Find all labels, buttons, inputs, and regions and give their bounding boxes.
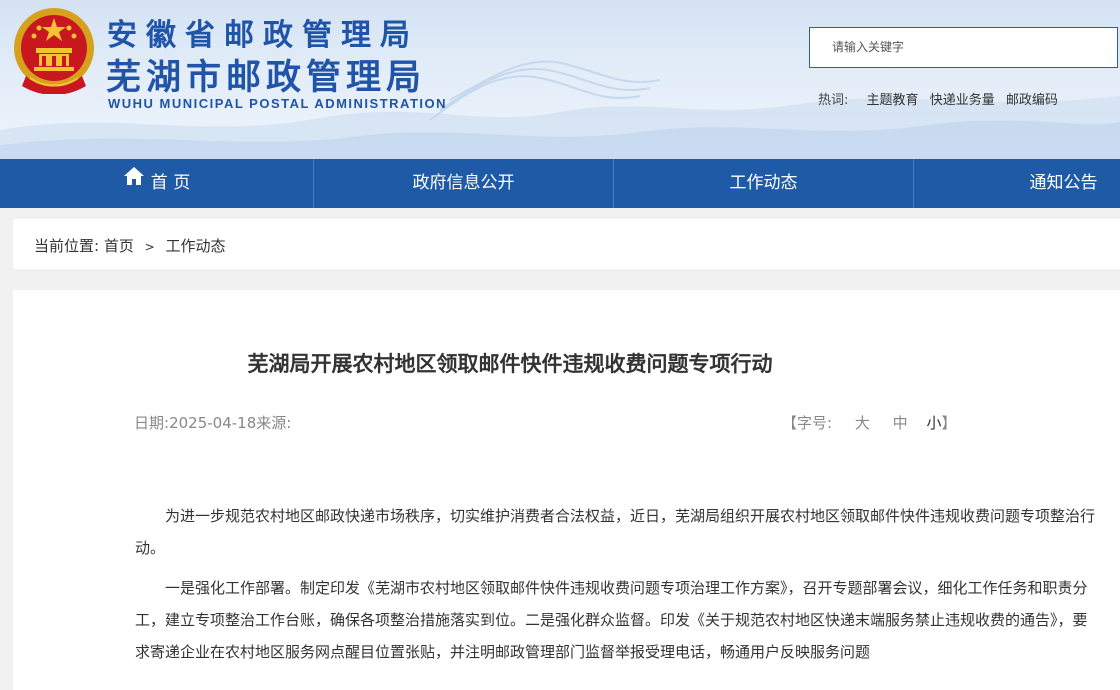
site-title-city: 芜湖市邮政管理局 bbox=[106, 58, 427, 98]
breadcrumb-current-link[interactable]: 工作动态 bbox=[165, 237, 225, 255]
breadcrumb-bar: 当前位置: 首页 > 工作动态 bbox=[13, 219, 1120, 269]
article-date: 2025-04-18 bbox=[169, 414, 257, 432]
main-nav: 首 页 政府信息公开 工作动态 通知公告 bbox=[0, 159, 1120, 208]
nav-item-home[interactable]: 首 页 bbox=[0, 159, 313, 208]
nav-item-work-news[interactable]: 工作动态 bbox=[614, 159, 913, 208]
nav-item-notices[interactable]: 通知公告 bbox=[914, 159, 1120, 208]
search-input[interactable] bbox=[830, 39, 1104, 55]
article-meta: 日期:2025-04-18来源: bbox=[134, 412, 291, 433]
breadcrumb: 当前位置: 首页 > 工作动态 bbox=[34, 235, 226, 256]
site-header: 安徽省邮政管理局 芜湖市邮政管理局 WUHU MUNICIPAL POSTAL … bbox=[0, 0, 1120, 159]
hotword-link[interactable]: 邮政编码 bbox=[1006, 93, 1058, 108]
font-size-close: 】 bbox=[941, 414, 957, 432]
nav-item-gov-info[interactable]: 政府信息公开 bbox=[314, 159, 613, 208]
breadcrumb-home-link[interactable]: 首页 bbox=[104, 237, 134, 255]
article-paragraph-text: 为进一步规范农村地区邮政快递市场秩序，切实维护消费者合法权益，近日，芜湖局组织开… bbox=[135, 507, 1096, 557]
breadcrumb-prefix: 当前位置: bbox=[34, 237, 100, 255]
hotword-link[interactable]: 主题教育 bbox=[867, 93, 919, 108]
nav-home-label: 首 页 bbox=[150, 173, 191, 193]
site-title-province: 安徽省邮政管理局 bbox=[107, 18, 419, 53]
article: 芜湖局开展农村地区领取邮件快件违规收费问题专项行动 日期:2025-04-18来… bbox=[13, 290, 1120, 690]
hotwords-label: 热词: bbox=[818, 93, 849, 108]
national-emblem-icon bbox=[12, 6, 96, 95]
home-icon bbox=[123, 157, 145, 206]
font-size-large-button[interactable]: 大 bbox=[855, 414, 870, 432]
search-box[interactable] bbox=[809, 27, 1118, 68]
hotword-link[interactable]: 快递业务量 bbox=[930, 93, 995, 108]
font-size-open: 【字号: bbox=[782, 414, 833, 432]
date-label: 日期: bbox=[134, 414, 170, 432]
article-title: 芜湖局开展农村地区领取邮件快件违规收费问题专项行动 bbox=[247, 352, 773, 376]
hotwords: 热词: 主题教育 快递业务量 邮政编码 bbox=[818, 89, 1065, 108]
source-label: 来源: bbox=[256, 414, 292, 432]
font-size-small-button[interactable]: 小 bbox=[926, 414, 941, 432]
article-paragraph: 一是强化工作部署。制定印发《芜湖市农村地区领取邮件快件违规收费问题专项治理工作方… bbox=[135, 572, 1095, 668]
font-size-switcher: 【字号: 大 中 小】 bbox=[782, 412, 956, 433]
article-paragraph: 为进一步规范农村地区邮政快递市场秩序，切实维护消费者合法权益，近日，芜湖局组织开… bbox=[135, 500, 1095, 564]
breadcrumb-separator: > bbox=[144, 240, 155, 254]
site-title-english: WUHU MUNICIPAL POSTAL ADMINISTRATION bbox=[108, 96, 448, 111]
article-paragraph-text: 一是强化工作部署。制定印发《芜湖市农村地区领取邮件快件违规收费问题专项治理工作方… bbox=[135, 579, 1088, 661]
font-size-medium-button[interactable]: 中 bbox=[893, 414, 908, 432]
